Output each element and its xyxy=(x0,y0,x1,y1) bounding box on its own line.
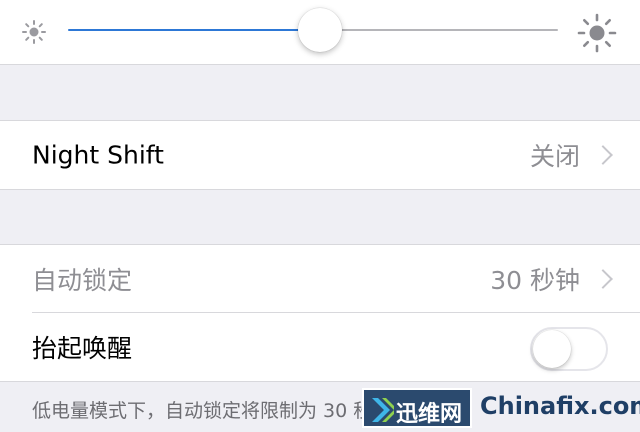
raise-to-wake-label: 抬起唤醒 xyxy=(32,334,133,363)
chinafix-logo-icon xyxy=(372,398,394,422)
display-settings-screen: Night Shift 关闭 自动锁定 30 秒钟 抬起唤醒 低电量模式下，自动… xyxy=(0,0,640,432)
watermark-badge: 迅维网 xyxy=(362,388,472,428)
auto-lock-cell[interactable]: 自动锁定 30 秒钟 xyxy=(0,244,640,313)
chevron-right-icon xyxy=(593,145,613,165)
brightness-track-empty xyxy=(322,29,558,31)
raise-to-wake-toggle[interactable] xyxy=(530,327,608,371)
sun-small-icon xyxy=(22,20,46,44)
raise-to-wake-cell: 抬起唤醒 xyxy=(0,313,640,382)
night-shift-cell[interactable]: Night Shift 关闭 xyxy=(0,120,640,190)
chinafix-watermark: 迅维网 Chinafix.com xyxy=(362,386,640,432)
auto-lock-label: 自动锁定 xyxy=(32,266,133,295)
toggle-knob[interactable] xyxy=(533,330,571,368)
brightness-slider-thumb[interactable] xyxy=(298,8,342,52)
chevron-right-icon xyxy=(593,269,613,289)
watermark-en-text: Chinafix.com xyxy=(480,392,640,420)
brightness-row xyxy=(0,0,640,65)
low-power-footnote: 低电量模式下，自动锁定将限制为 30 秒 xyxy=(32,400,373,422)
sun-large-icon xyxy=(577,13,617,53)
night-shift-value: 关闭 xyxy=(529,142,580,171)
watermark-cn-text: 迅维网 xyxy=(396,402,463,427)
brightness-track-filled xyxy=(68,29,322,31)
night-shift-label: Night Shift xyxy=(32,140,164,170)
auto-lock-value: 30 秒钟 xyxy=(490,266,580,295)
